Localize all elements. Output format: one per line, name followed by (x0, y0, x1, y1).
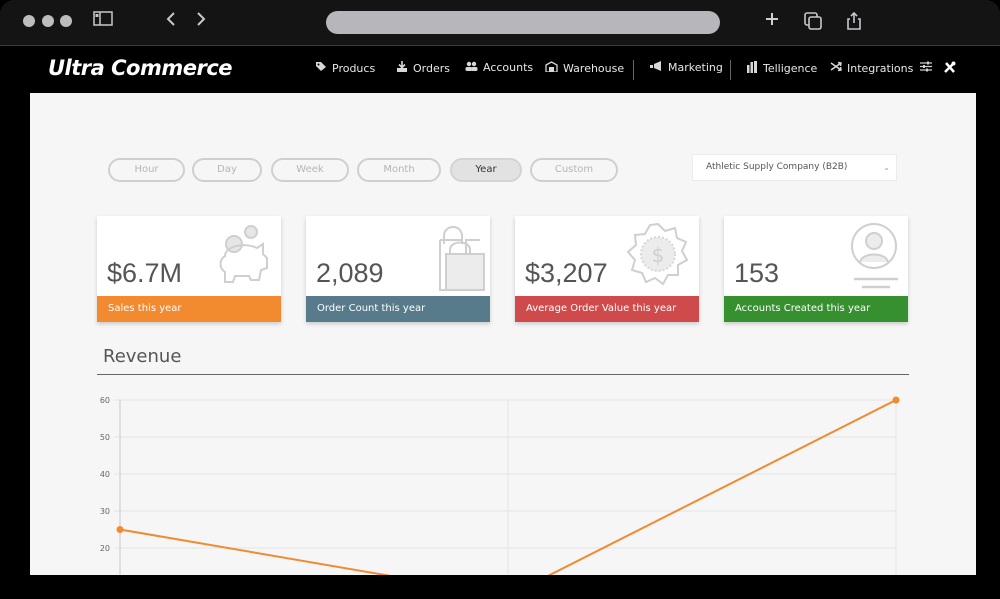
range-month-button[interactable]: Month (357, 158, 441, 182)
nav-item-integrations[interactable]: Integrations (830, 61, 913, 75)
revenue-divider (97, 374, 909, 375)
y-tick-label: 60 (100, 396, 110, 405)
window-minimize-button[interactable] (42, 15, 54, 27)
new-tab-icon[interactable] (760, 11, 784, 33)
chevron-down-icon: ⌄ (883, 163, 890, 172)
browser-window: Ultra Commerce Producs Orders Accounts W… (0, 0, 1000, 599)
back-icon[interactable] (159, 11, 183, 33)
tag-icon (315, 61, 327, 75)
order-count-value: 2,089 (316, 258, 384, 288)
shuffle-icon (830, 61, 842, 75)
accounts-created-card[interactable]: 153 Accounts Created this year (724, 216, 908, 322)
user-profile-icon (832, 220, 902, 292)
app-logo[interactable]: Ultra Commerce (48, 56, 233, 80)
range-year-button[interactable]: Year (450, 158, 522, 182)
nav-label: Warehouse (563, 61, 625, 75)
share-icon[interactable] (842, 11, 866, 37)
nav-label: Integrations (847, 61, 914, 75)
order-count-card[interactable]: 2,089 Order Count this year (306, 216, 490, 322)
nav-item-marketing[interactable]: Marketing (650, 61, 723, 74)
avg-order-value-card[interactable]: $ $3,207 Average Order Value this year (515, 216, 699, 322)
sales-label: Sales this year (97, 296, 281, 322)
users-icon (465, 61, 478, 74)
avg-order-value: $3,207 (525, 258, 608, 288)
y-tick-label: 30 (100, 507, 110, 516)
avg-order-value-label: Average Order Value this year (515, 296, 699, 322)
megaphone-icon (650, 61, 663, 74)
nav-item-orders[interactable]: Orders (396, 61, 450, 75)
revenue-chart: 20 30 40 50 60 (100, 396, 900, 575)
piggy-bank-icon (205, 220, 275, 292)
nav-item-warehouse[interactable]: Warehouse (545, 61, 624, 75)
nav-label: Accounts (483, 61, 534, 74)
accounts-created-label: Accounts Created this year (724, 296, 908, 322)
y-tick-label: 20 (100, 544, 110, 553)
svg-text:$: $ (652, 243, 665, 267)
y-tick-label: 50 (100, 433, 110, 442)
download-tray-icon (396, 61, 408, 75)
revenue-title: Revenue (103, 346, 182, 367)
nav-item-accounts[interactable]: Accounts (465, 61, 533, 74)
revenue-data-point (116, 526, 124, 533)
accounts-created-value: 153 (734, 258, 780, 288)
sales-card[interactable]: $6.7M Sales this year (97, 216, 281, 322)
nav-label: Orders (413, 61, 450, 75)
window-close-button[interactable] (23, 15, 35, 27)
nav-label: Telligence (763, 62, 818, 75)
dollar-badge-icon: $ (623, 220, 693, 292)
browser-toolbar (0, 0, 1000, 46)
tabs-overview-icon[interactable] (801, 11, 825, 37)
tools-icon[interactable] (943, 61, 956, 74)
sliders-icon[interactable] (920, 61, 932, 72)
range-day-button[interactable]: Day (192, 158, 262, 182)
order-count-label: Order Count this year (306, 296, 490, 322)
nav-divider (633, 60, 634, 80)
revenue-data-point (892, 396, 900, 404)
y-tick-label: 40 (100, 470, 110, 479)
dashboard-content: Hour Day Week Month Year Custom Athletic… (30, 93, 976, 575)
address-bar[interactable] (326, 11, 720, 34)
range-custom-button[interactable]: Custom (530, 158, 618, 182)
forward-icon[interactable] (189, 11, 213, 33)
nav-item-telligence[interactable]: Telligence (747, 61, 817, 76)
range-hour-button[interactable]: Hour (108, 158, 185, 182)
shopping-bags-icon (410, 220, 486, 292)
nav-divider (730, 60, 731, 80)
sales-value: $6.7M (107, 258, 183, 288)
window-zoom-button[interactable] (60, 15, 72, 27)
nav-label: Marketing (668, 61, 723, 74)
app-header: Ultra Commerce Producs Orders Accounts W… (30, 47, 976, 93)
warehouse-icon (545, 61, 558, 75)
nav-item-products[interactable]: Producs (315, 61, 375, 75)
account-select-value: Athletic Supply Company (B2B) (706, 162, 848, 172)
nav-label: Producs (332, 61, 376, 75)
bar-chart-icon (747, 61, 758, 76)
account-select[interactable]: Athletic Supply Company (B2B) ⌄ (692, 154, 897, 181)
range-week-button[interactable]: Week (271, 158, 349, 182)
sidebar-icon[interactable] (91, 11, 115, 33)
